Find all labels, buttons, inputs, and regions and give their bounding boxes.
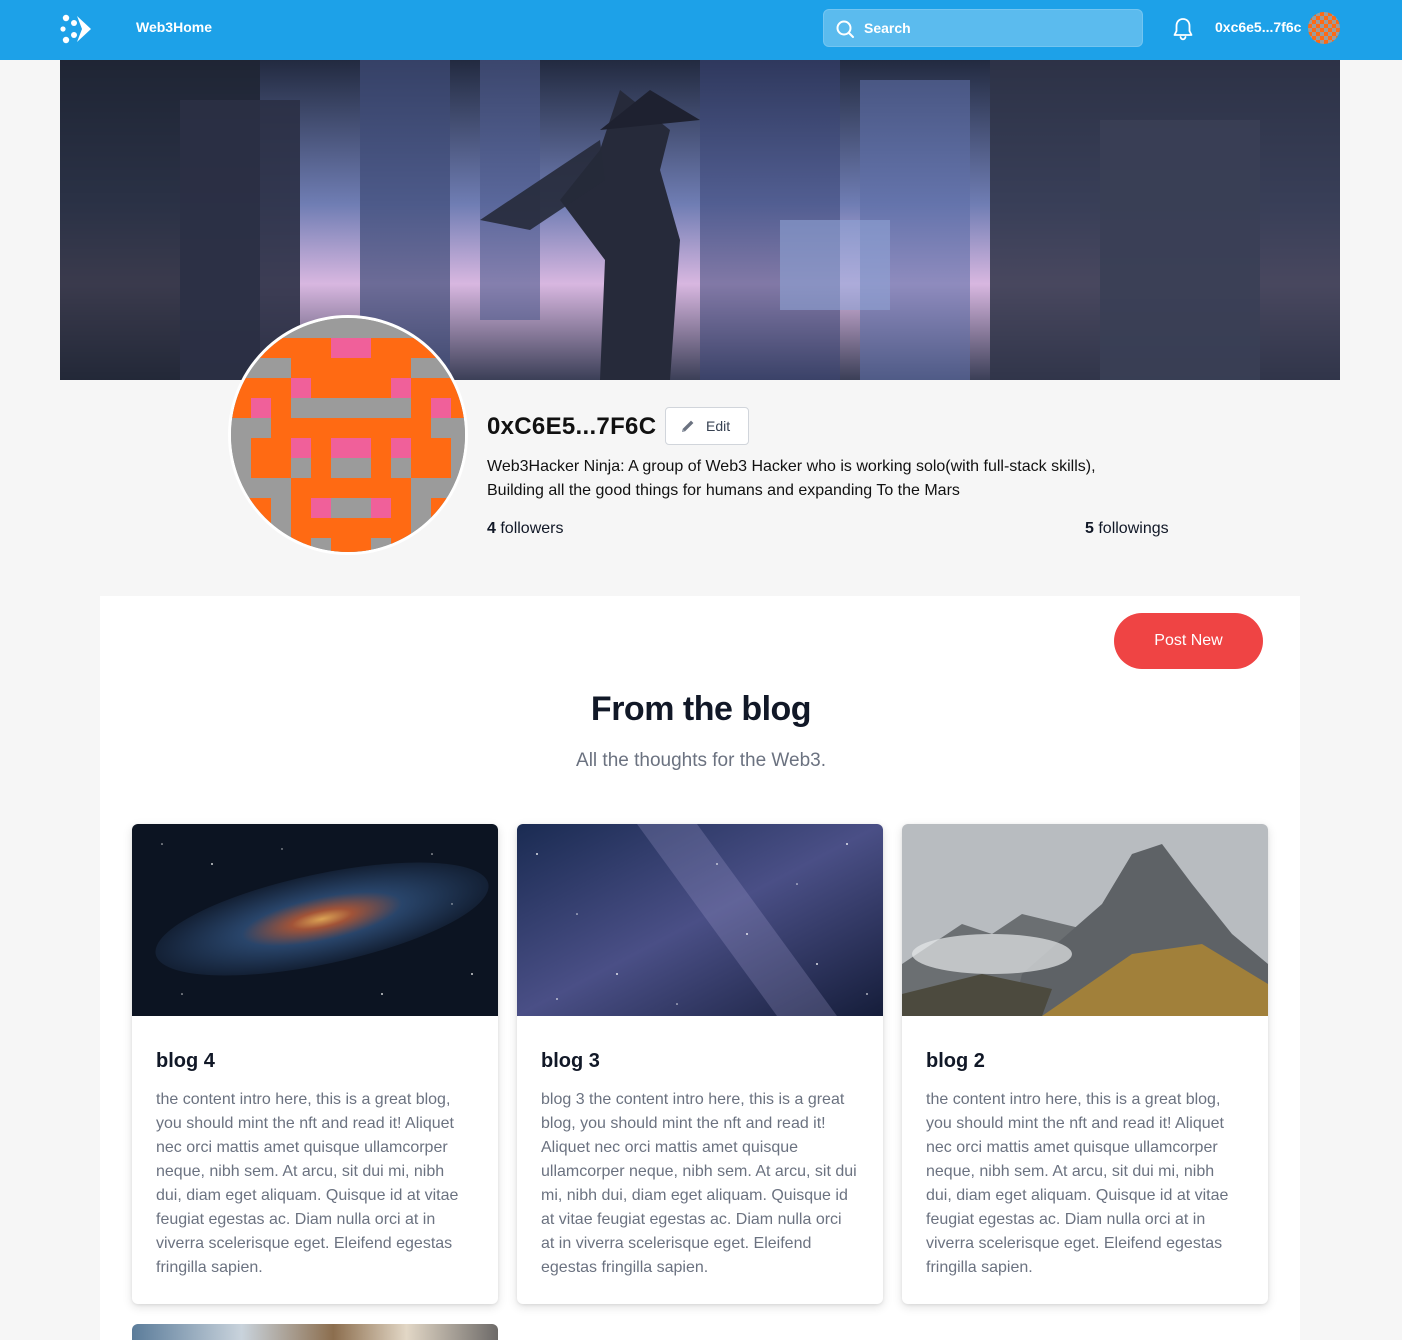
followings-link[interactable]: 5 followings <box>1085 520 1169 538</box>
blog-card-title[interactable]: blog 4 <box>156 1050 215 1073</box>
profile-handle: 0xC6E5...7F6C <box>487 413 657 440</box>
pencil-icon <box>682 420 694 432</box>
followers-label: followers <box>495 520 564 537</box>
top-navigation-bar: Web3Home 0xc6e5...7f6c <box>0 0 1402 60</box>
blog-section-title: From the blog <box>590 690 812 728</box>
bio-line: Web3Hacker Ninja: A group of Web3 Hacker… <box>487 458 1096 475</box>
post-new-button[interactable]: Post New <box>1114 613 1263 669</box>
search-icon <box>836 20 854 38</box>
blog-card-image <box>132 824 498 1016</box>
followings-label: followings <box>1093 520 1169 537</box>
blog-card-partial[interactable] <box>132 1324 498 1340</box>
edit-profile-button[interactable]: Edit <box>665 407 749 445</box>
blog-card[interactable]: blog 4 the content intro here, this is a… <box>132 824 498 1304</box>
blog-section-subtitle: All the thoughts for the Web3. <box>576 750 826 771</box>
account-avatar[interactable] <box>1308 12 1340 44</box>
blog-card-excerpt: blog 3 the content intro here, this is a… <box>541 1091 857 1276</box>
brand-name[interactable]: Web3Home <box>136 19 212 35</box>
followings-count: 5 <box>1085 520 1094 537</box>
bell-icon[interactable] <box>1170 16 1196 42</box>
profile-bio: Web3Hacker Ninja: A group of Web3 Hacker… <box>487 455 1187 503</box>
bio-line: Building all the good things for humans … <box>487 482 960 499</box>
search-input[interactable] <box>864 10 1134 46</box>
blog-card[interactable]: blog 2 the content intro here, this is a… <box>902 824 1268 1304</box>
blog-card-title[interactable]: blog 2 <box>926 1050 985 1073</box>
blog-card-image <box>902 824 1268 1016</box>
profile-avatar <box>228 315 468 555</box>
account-address[interactable]: 0xc6e5...7f6c <box>1215 19 1301 35</box>
profile-banner-image <box>60 60 1340 380</box>
search-box[interactable] <box>823 9 1143 47</box>
followers-count: 4 <box>487 520 496 537</box>
blog-card-title[interactable]: blog 3 <box>541 1050 600 1073</box>
blog-card-excerpt: the content intro here, this is a great … <box>926 1091 1229 1276</box>
blog-card-excerpt: the content intro here, this is a great … <box>156 1091 459 1276</box>
edit-button-label: Edit <box>706 418 731 434</box>
followers-link[interactable]: 4 followers <box>487 520 563 538</box>
blog-card[interactable]: blog 3 blog 3 the content intro here, th… <box>517 824 883 1304</box>
logo-icon[interactable] <box>60 12 94 46</box>
blog-card-image <box>517 824 883 1016</box>
banner-artwork <box>60 60 1340 380</box>
